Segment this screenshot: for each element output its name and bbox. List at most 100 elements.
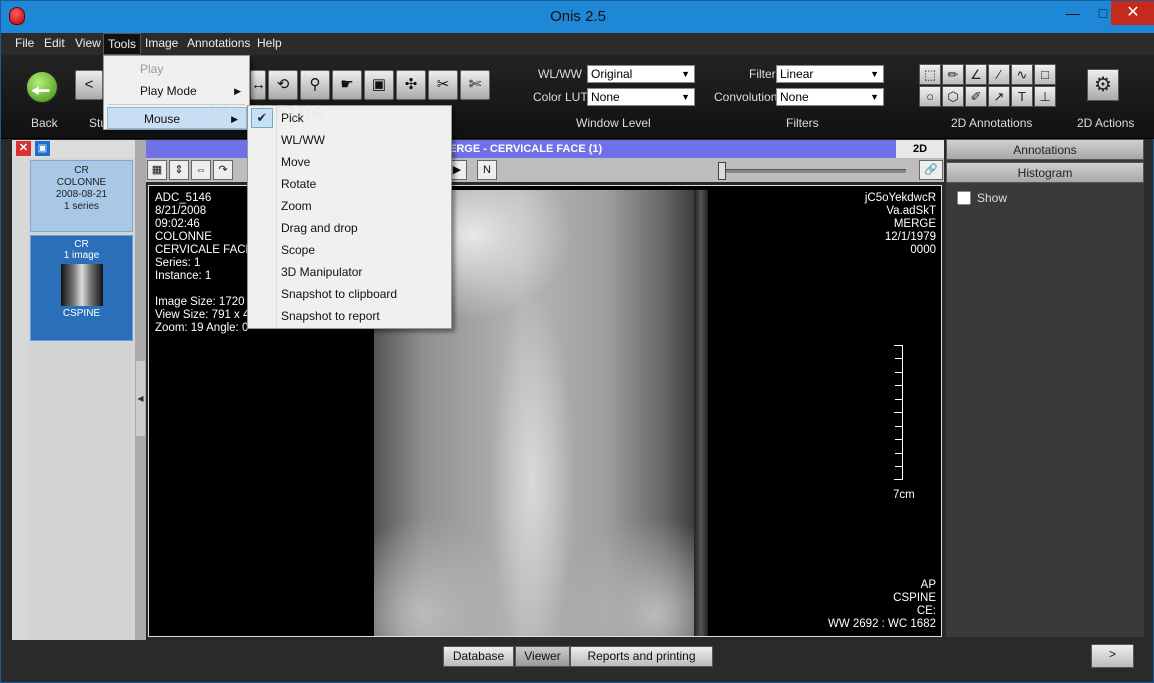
menu-bar: File Edit View Tools Image Annotations H… [1, 33, 1154, 82]
overlay-top-left: ADC_5146 8/21/2008 09:02:46 COLONNE CERVICAL… [155, 192, 256, 334]
filter-select[interactable]: Linear ▼ [776, 65, 884, 83]
scale-ruler [894, 345, 903, 480]
scope-icon[interactable]: ▣ [364, 70, 394, 100]
menu-image[interactable]: Image [145, 36, 178, 50]
menu-edit[interactable]: Edit [44, 36, 65, 50]
menu-item-snapshot-clipboard[interactable]: Snapshot to clipboard [248, 283, 451, 305]
move-icon[interactable]: ☛ [332, 70, 362, 100]
close-window-button[interactable]: ✕ [1111, 1, 1154, 25]
menu-item-zoom[interactable]: Zoom [248, 195, 451, 217]
cobb-angle-icon[interactable]: ⊥ [1034, 86, 1056, 107]
show-checkbox[interactable] [957, 191, 971, 205]
menu-item-wl-ww[interactable]: WL/WW [248, 129, 451, 151]
frame-slider[interactable] [721, 169, 906, 173]
study-item[interactable]: CR COLONNE 2008-08-21 1 series [30, 160, 133, 232]
mode-2d-button[interactable]: 2D [896, 140, 944, 158]
back-arrow-icon: 🠔 [31, 78, 51, 103]
menu-item-rotate[interactable]: Rotate [248, 173, 451, 195]
annotations-2d-label: 2D Annotations [951, 116, 1033, 130]
menu-view[interactable]: View [75, 36, 101, 50]
tab-database[interactable]: Database [443, 646, 514, 667]
color-lut-select[interactable]: None ▼ [587, 88, 695, 106]
menu-annotations[interactable]: Annotations [187, 36, 250, 50]
horizontal-split-icon[interactable]: ⇔ [191, 160, 211, 180]
series-count: 1 image [63, 250, 100, 261]
menu-item-play-mode[interactable]: Play Mode ▶ [104, 80, 249, 102]
rotate-right-icon[interactable]: ↷ [213, 160, 233, 180]
menu-item-3d-manipulator[interactable]: 3D Manipulator [248, 261, 451, 283]
series-modality: CR [74, 239, 89, 250]
rectangle-icon[interactable]: □ [1034, 64, 1056, 85]
window-title: Onis 2.5 [550, 8, 606, 25]
tab-reports[interactable]: Reports and printing [570, 646, 713, 667]
study-modality: CR [74, 165, 89, 176]
menu-item-snapshot-report[interactable]: Snapshot to report [248, 305, 451, 327]
convolution-label: Convolution [714, 90, 778, 104]
text-icon[interactable]: T [1011, 86, 1033, 107]
rect-select-icon[interactable]: ⬚ [919, 64, 941, 85]
next-button[interactable]: > [1091, 644, 1134, 668]
study-count: 1 series [63, 201, 99, 212]
menu-item-play[interactable]: Play [104, 58, 249, 80]
polygon-icon[interactable]: ⬡ [942, 86, 964, 107]
right-panel [946, 140, 1144, 637]
chevron-down-icon: ▼ [681, 92, 690, 102]
tab-viewer[interactable]: Viewer [515, 646, 570, 667]
convolution-select[interactable]: None ▼ [776, 88, 884, 106]
wl-ww-select[interactable]: Original ▼ [587, 65, 695, 83]
freehand-icon[interactable]: ✐ [965, 86, 987, 107]
close-study-icon[interactable]: ✕ [16, 141, 31, 156]
menu-help[interactable]: Help [257, 36, 282, 50]
zoom-icon[interactable]: ⚲ [300, 70, 330, 100]
menu-item-drag-drop[interactable]: Drag and drop [248, 217, 451, 239]
submenu-arrow-icon: ▶ [234, 86, 241, 96]
menu-item-move[interactable]: Move [248, 151, 451, 173]
menu-tools[interactable]: Tools [103, 33, 142, 55]
crosshair-icon[interactable]: ✣ [396, 70, 426, 100]
link-icon[interactable]: 🔗 [919, 160, 943, 180]
ruler-icon[interactable]: ✏ [942, 64, 964, 85]
back-label: Back [31, 116, 58, 130]
info-overlay-icon[interactable]: N [477, 160, 497, 180]
title-bar[interactable]: Onis 2.5 — □ ✕ [1, 1, 1154, 33]
xray-edge-strip [694, 190, 708, 636]
cut-copy-icon[interactable]: ✄ [460, 70, 490, 100]
chevron-down-icon: ▼ [870, 92, 879, 102]
prev-study-button[interactable]: < [75, 70, 103, 100]
watermark: SOFTPEDIA [206, 102, 327, 122]
ellipse-icon[interactable]: ○ [919, 86, 941, 107]
arrow-icon[interactable]: ↗ [988, 86, 1010, 107]
angle-icon[interactable]: ∠ [965, 64, 987, 85]
minimize-button[interactable]: — [1058, 1, 1088, 25]
menu-item-scope[interactable]: Scope [248, 239, 451, 261]
filters-label: Filters [786, 116, 819, 130]
study-date: 2008-08-21 [55, 189, 108, 200]
tab-histogram[interactable]: Histogram [946, 162, 1144, 183]
collapse-arrow-icon[interactable]: ◀ [136, 361, 145, 436]
show-label: Show [977, 191, 1008, 205]
polyline-icon[interactable]: ∿ [1011, 64, 1033, 85]
gear-icon[interactable]: ⚙ [1087, 69, 1119, 101]
study-panel-scrollbar[interactable] [12, 159, 29, 640]
series-thumbnail [60, 264, 103, 306]
rotate-icon[interactable]: ⟲ [268, 70, 298, 100]
series-item[interactable]: CR 1 image CSPINE [30, 235, 133, 341]
overlay-bottom-right: AP CSPINE CE: WW 2692 : WC 1682 [827, 579, 936, 630]
menu-file[interactable]: File [15, 36, 34, 50]
line-icon[interactable]: ∕ [988, 64, 1010, 85]
tool-icon-arrows[interactable]: ↔ [250, 70, 266, 100]
color-lut-label: Color LUT [533, 90, 588, 104]
study-description: COLONNE [56, 177, 107, 188]
chevron-down-icon: ▼ [681, 69, 690, 79]
frame-slider-thumb[interactable] [718, 162, 726, 180]
chevron-down-icon: ▼ [870, 69, 879, 79]
mouse-submenu: ✔ Pick WL/WW Move Rotate Zoom Drag and d… [247, 105, 452, 329]
tab-annotations[interactable]: Annotations [946, 139, 1144, 160]
app-window: Onis 2.5 — □ ✕ File Edit View Tools Imag… [0, 0, 1154, 683]
grid-layout-icon[interactable]: ▦ [147, 160, 167, 180]
cut-icon[interactable]: ✂ [428, 70, 458, 100]
window-layout-icon[interactable]: ▣ [35, 141, 50, 156]
overlay-top-right: jC5oYekdwcR Va.adSkT MERGE 12/1/1979 0000 [864, 192, 936, 256]
ruler-label: 7cm [893, 489, 915, 501]
vertical-split-icon[interactable]: ⇕ [169, 160, 189, 180]
